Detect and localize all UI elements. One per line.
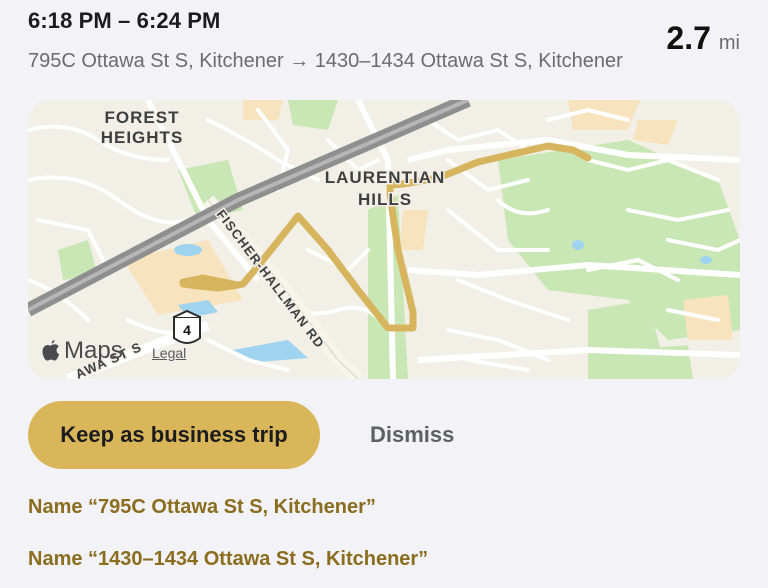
map-label-laurentian: LAURENTIAN — [325, 168, 446, 187]
keep-business-trip-button[interactable]: Keep as business trip — [28, 401, 320, 469]
highway-shield-number: 4 — [183, 322, 191, 338]
highway-4-shield-icon: 4 — [173, 309, 201, 344]
apple-icon — [42, 340, 60, 361]
route-map[interactable]: FOREST HEIGHTS LAURENTIAN HILLS FISCHER-… — [28, 100, 740, 379]
name-start-location-link[interactable]: Name “795C Ottawa St S, Kitchener” — [28, 496, 376, 519]
map-canvas[interactable]: FOREST HEIGHTS LAURENTIAN HILLS FISCHER-… — [28, 100, 740, 379]
legal-link[interactable]: Legal — [152, 345, 186, 361]
map-label-forest: FOREST — [105, 108, 180, 127]
maps-logo-text: Maps — [64, 337, 123, 364]
map-label-hills: HILLS — [358, 190, 412, 209]
distance-unit: mi — [718, 32, 740, 54]
trip-route: 795C Ottawa St S, Kitchener → 1430–1434 … — [28, 50, 623, 72]
name-end-location-link[interactable]: Name “1430–1434 Ottawa St S, Kitchener” — [28, 548, 428, 571]
trip-distance: 2.7 mi — [666, 20, 740, 57]
dismiss-button[interactable]: Dismiss — [346, 418, 478, 452]
trip-detail-page: 6:18 PM – 6:24 PM 795C Ottawa St S, Kitc… — [0, 0, 768, 588]
distance-value: 2.7 — [666, 20, 711, 56]
map-label-heights: HEIGHTS — [101, 128, 184, 147]
apple-maps-logo: Maps — [42, 337, 123, 365]
trip-time-range: 6:18 PM – 6:24 PM — [28, 8, 221, 33]
